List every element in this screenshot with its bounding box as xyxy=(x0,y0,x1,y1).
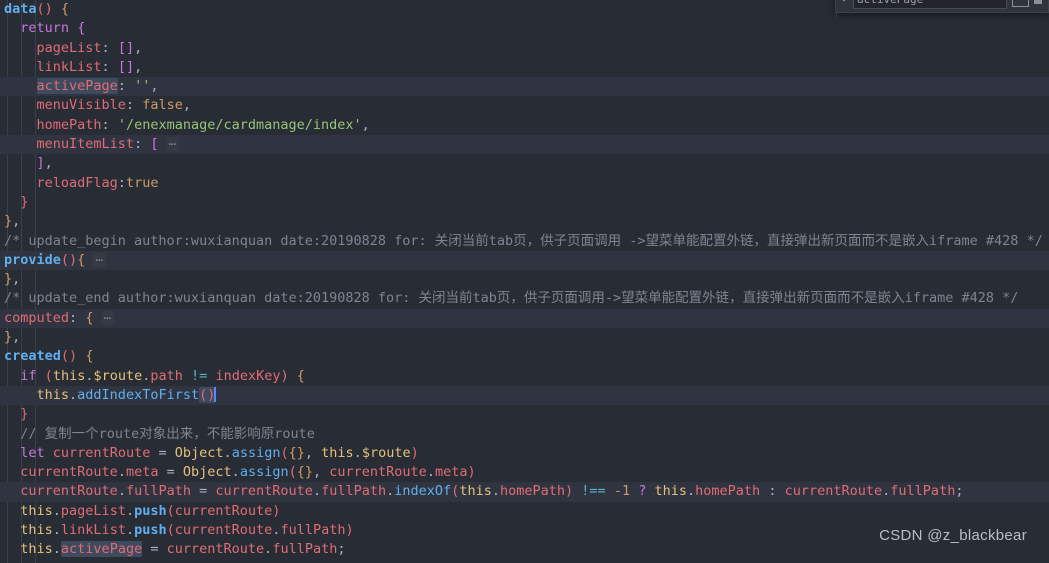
code-surface[interactable]: data() { return { pageList: [], linkList… xyxy=(0,0,1049,563)
fold-marker[interactable]: ⋯ xyxy=(166,137,179,152)
code-line[interactable]: homePath: '/enexmanage/cardmanage/index'… xyxy=(0,116,1049,135)
watermark: CSDN @z_blackbear xyxy=(879,526,1027,544)
find-input[interactable]: activePage xyxy=(853,0,1007,9)
code-line[interactable]: }, xyxy=(0,212,1049,231)
code-line[interactable]: /* update_end author:wuxianquan date:201… xyxy=(0,289,1049,308)
code-line[interactable]: created() { xyxy=(0,347,1049,366)
code-line[interactable]: menuVisible: false, xyxy=(0,96,1049,115)
toggle-replace-icon[interactable] xyxy=(1012,0,1029,7)
code-line[interactable]: if (this.$route.path != indexKey) { xyxy=(0,367,1049,386)
code-line[interactable]: menuItemList: [ ⋯ xyxy=(0,135,1049,155)
code-line[interactable]: provide(){ ⋯ xyxy=(0,250,1049,271)
code-line[interactable]: currentRoute.fullPath = currentRoute.ful… xyxy=(0,482,1049,502)
code-line[interactable]: currentRoute.meta = Object.assign({}, cu… xyxy=(0,463,1049,482)
chevron-right-icon[interactable]: ▸ xyxy=(842,0,848,9)
close-icon[interactable] xyxy=(1034,0,1042,4)
code-line[interactable]: this.pageList.push(currentRoute) xyxy=(0,502,1049,521)
code-line[interactable]: pageList: [], xyxy=(0,39,1049,58)
code-line[interactable]: activePage: '', xyxy=(0,77,1049,97)
find-widget[interactable]: ▸ activePage xyxy=(835,0,1049,13)
code-line[interactable]: }, xyxy=(0,560,1049,563)
fold-marker[interactable]: ⋯ xyxy=(93,252,106,267)
code-line[interactable]: } xyxy=(0,193,1049,212)
text-caret xyxy=(214,386,217,402)
code-line[interactable]: computed: { ⋯ xyxy=(0,308,1049,329)
code-line[interactable]: return { xyxy=(0,19,1049,38)
code-line[interactable]: }, xyxy=(0,270,1049,289)
find-widget-shadow-strip xyxy=(835,13,1049,19)
code-line[interactable]: }, xyxy=(0,328,1049,347)
code-line[interactable]: /* update_begin author:wuxianquan date:2… xyxy=(0,232,1049,251)
code-line[interactable]: linkList: [], xyxy=(0,58,1049,77)
code-line[interactable]: // 复制一个route对象出来，不能影响原route xyxy=(0,425,1049,444)
code-line[interactable]: let currentRoute = Object.assign({}, thi… xyxy=(0,444,1049,463)
code-line[interactable]: ], xyxy=(0,154,1049,173)
code-line[interactable]: } xyxy=(0,405,1049,424)
code-line[interactable]: reloadFlag:true xyxy=(0,174,1049,193)
fold-marker[interactable]: ⋯ xyxy=(101,310,114,325)
code-editor-screenshot: data() { return { pageList: [], linkList… xyxy=(0,0,1049,563)
code-line[interactable]: this.addIndexToFirst() xyxy=(0,385,1049,406)
